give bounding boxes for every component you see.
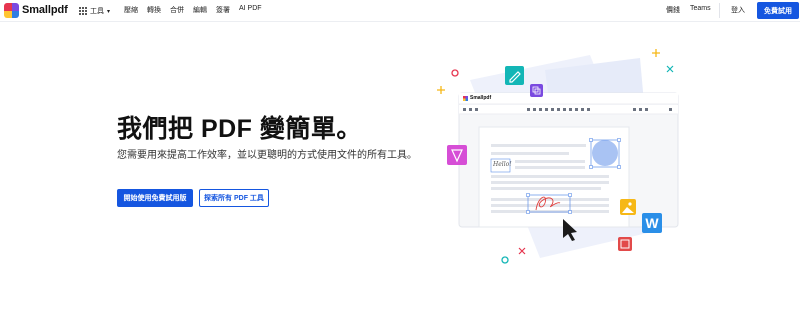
app-window-brand: Smallpdf [470,95,492,101]
document-page [478,126,630,228]
edit-icon [505,66,524,85]
hello-text: Hello! [493,161,512,168]
crop-icon [618,237,632,251]
word-icon: W [642,213,662,233]
pen-icon [447,145,467,165]
svg-text:W: W [645,215,659,231]
image-icon [620,199,636,215]
hero-illustration: W [437,49,679,264]
copy-icon [530,84,543,97]
